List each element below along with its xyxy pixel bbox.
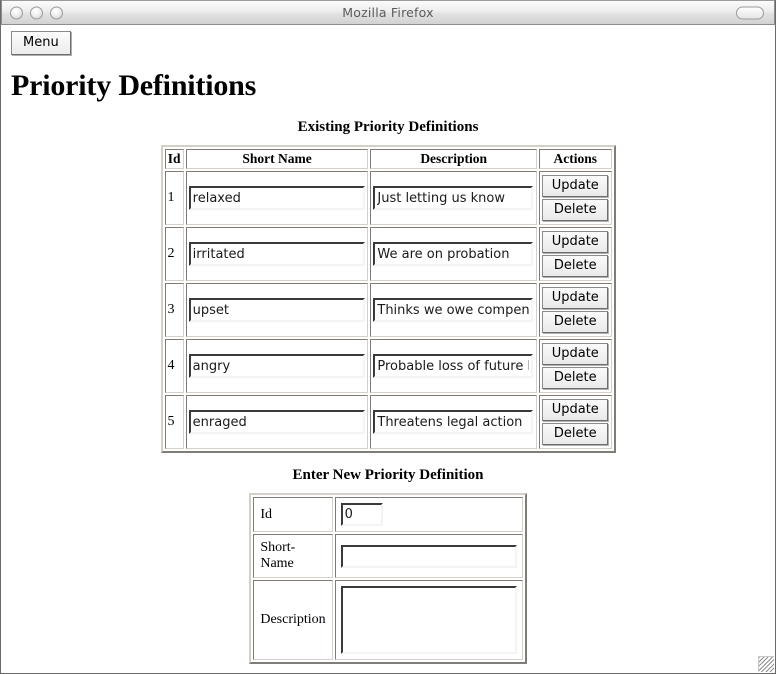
row-id: 1: [164, 171, 184, 225]
short-name-input[interactable]: [188, 354, 365, 378]
row-short-name-cell: [185, 395, 369, 449]
update-button[interactable]: Update: [542, 343, 609, 365]
column-header-description: Description: [370, 149, 537, 169]
label-short-name: Short-Name: [253, 534, 333, 578]
delete-button[interactable]: Delete: [542, 311, 609, 333]
table-row: 5 Update Delete: [164, 395, 612, 449]
table-row: 1 Update Delete: [164, 171, 612, 225]
description-input[interactable]: [373, 186, 534, 210]
window-titlebar: Mozilla Firefox: [1, 0, 775, 25]
column-header-id: Id: [164, 149, 184, 169]
table-row: 2 Update Delete: [164, 227, 612, 281]
existing-definitions-table-wrapper: Id Short Name Description Actions 1 rela…: [11, 145, 765, 453]
description-input[interactable]: [373, 354, 534, 378]
row-actions-cell: Update Delete: [539, 395, 612, 449]
short-name-input[interactable]: [188, 410, 365, 434]
row-actions-cell: Update Delete: [539, 339, 612, 393]
page-title: Priority Definitions: [11, 69, 257, 102]
zoom-button-icon[interactable]: [50, 6, 63, 19]
row-id: 5: [164, 395, 184, 449]
new-definition-form-table: Id Short-Name Description: [249, 493, 527, 664]
field-description-cell: [334, 580, 523, 660]
table-row: 3 Update Delete: [164, 283, 612, 337]
field-short-name-cell: [334, 534, 523, 578]
table-header-row: Id Short Name Description Actions: [164, 149, 612, 169]
short-name-input[interactable]: [188, 242, 365, 266]
row-description-cell: [370, 171, 537, 225]
update-button[interactable]: Update: [542, 287, 609, 309]
window-control-group: [10, 6, 63, 19]
window-title: Mozilla Firefox: [342, 5, 434, 20]
row-short-name-cell: [185, 171, 369, 225]
existing-definitions-heading: Existing Priority Definitions: [297, 119, 479, 135]
form-row-description: Description: [253, 580, 523, 660]
form-row-short-name: Short-Name: [253, 534, 523, 578]
row-id: 2: [164, 227, 184, 281]
row-description-cell: [370, 227, 537, 281]
row-actions-cell: Update Delete: [539, 171, 612, 225]
column-header-actions: Actions: [539, 149, 612, 169]
new-short-name-input[interactable]: [340, 544, 517, 568]
label-description: Description: [253, 580, 333, 660]
delete-button[interactable]: Delete: [542, 423, 609, 445]
row-actions-cell: Update Delete: [539, 227, 612, 281]
new-definition-heading: Enter New Priority Definition: [292, 467, 484, 483]
row-description-cell: [370, 339, 537, 393]
description-input[interactable]: [373, 242, 534, 266]
short-name-input[interactable]: [188, 298, 365, 322]
id-input[interactable]: [340, 503, 383, 526]
browser-toolbar: Menu: [1, 25, 775, 59]
row-description-cell: [370, 395, 537, 449]
row-id: 4: [164, 339, 184, 393]
new-description-textarea[interactable]: [340, 586, 517, 654]
close-button-icon[interactable]: [10, 6, 23, 19]
browser-window: Mozilla Firefox Menu Priority Definition…: [0, 0, 776, 674]
minimize-button-icon[interactable]: [30, 6, 43, 19]
update-button[interactable]: Update: [542, 231, 609, 253]
menu-button[interactable]: Menu: [11, 31, 71, 55]
update-button[interactable]: Update: [542, 175, 609, 197]
row-short-name-cell: [185, 339, 369, 393]
description-input[interactable]: [373, 298, 534, 322]
table-row: 4 Update Delete: [164, 339, 612, 393]
toolbar-collapse-pill-icon[interactable]: [736, 6, 764, 19]
form-row-id: Id: [253, 497, 523, 532]
delete-button[interactable]: Delete: [542, 199, 609, 221]
page-content: Priority Definitions Existing Priority D…: [1, 69, 775, 673]
short-name-input[interactable]: [188, 186, 365, 210]
row-description-cell: [370, 283, 537, 337]
field-id-cell: [334, 497, 523, 532]
description-input[interactable]: [373, 410, 534, 434]
delete-button[interactable]: Delete: [542, 367, 609, 389]
row-short-name-cell: [185, 227, 369, 281]
column-header-short-name: Short Name: [185, 149, 369, 169]
existing-definitions-table: Id Short Name Description Actions 1 rela…: [160, 145, 616, 453]
window-resize-grip[interactable]: [758, 656, 774, 672]
new-definition-form-wrapper: Id Short-Name Description: [11, 493, 765, 664]
row-id: 3: [164, 283, 184, 337]
delete-button[interactable]: Delete: [542, 255, 609, 277]
update-button[interactable]: Update: [542, 399, 609, 421]
row-short-name-cell: [185, 283, 369, 337]
row-actions-cell: Update Delete: [539, 283, 612, 337]
label-id: Id: [253, 497, 333, 532]
